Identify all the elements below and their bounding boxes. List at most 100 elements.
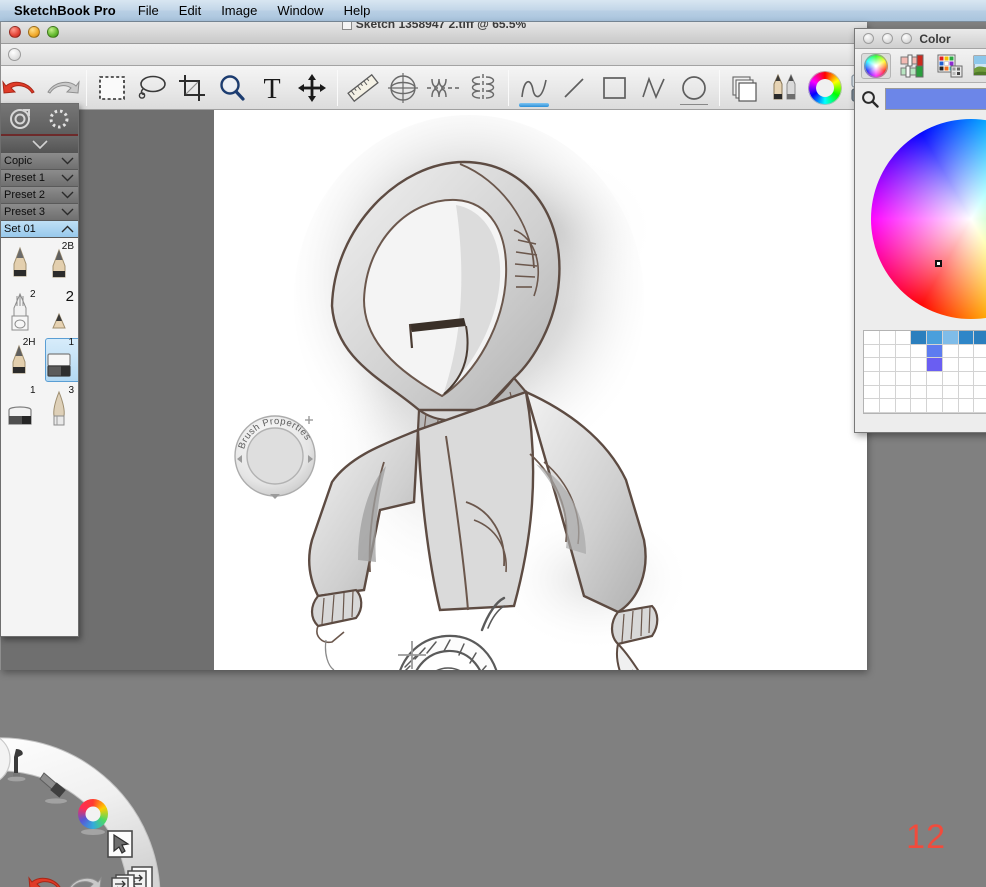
color-swatch-cell[interactable] <box>927 358 943 372</box>
color-swatch-cell[interactable] <box>911 399 928 413</box>
color-swatch-cell[interactable] <box>879 385 896 400</box>
color-swatch-cell[interactable] <box>895 399 912 413</box>
color-swatch-cell[interactable] <box>974 358 986 372</box>
brush-palette-button[interactable] <box>765 68 805 108</box>
color-swatch-cell[interactable] <box>974 399 986 413</box>
ruler-button[interactable] <box>343 68 383 108</box>
brush-item[interactable]: 2H <box>1 336 40 384</box>
color-swatch-cell[interactable] <box>958 358 975 372</box>
brush-selection-tab[interactable] <box>40 104 79 134</box>
color-swatch-cell[interactable] <box>895 331 912 345</box>
color-swatch-cell[interactable] <box>864 344 880 359</box>
color-swatch-cell[interactable] <box>911 372 928 386</box>
symmetry-x-button[interactable] <box>423 68 463 108</box>
brush-palette-disclosure[interactable] <box>1 136 78 153</box>
color-panel-titlebar[interactable]: Color <box>855 29 986 49</box>
color-swatch-cell[interactable] <box>911 344 928 359</box>
brush-set-preset-1[interactable]: Preset 1 <box>1 170 78 187</box>
color-swatch-cell[interactable] <box>864 385 880 400</box>
color-swatch-cell[interactable] <box>942 344 959 359</box>
color-swatch-cell[interactable] <box>864 358 880 372</box>
color-swatch-cell[interactable] <box>864 372 880 386</box>
magnifier-icon[interactable] <box>861 90 879 108</box>
rectangle-select-button[interactable] <box>92 68 132 108</box>
color-swatch-cell[interactable] <box>927 385 943 400</box>
brush-item[interactable] <box>1 240 40 288</box>
color-swatch-cell[interactable] <box>895 358 912 372</box>
brush-item[interactable]: 1 <box>1 384 40 432</box>
color-swatch-cell[interactable] <box>974 331 986 345</box>
canvas-sheet[interactable] <box>214 110 754 670</box>
layers-panel-button[interactable] <box>725 68 765 108</box>
proxy-knob[interactable] <box>8 48 21 61</box>
color-swatch-cell[interactable] <box>974 386 986 400</box>
color-swatch-cell[interactable] <box>911 331 928 345</box>
lagoon-radial-menu[interactable] <box>0 735 220 887</box>
app-name[interactable]: SketchBook Pro <box>14 3 116 18</box>
color-wheel-tab[interactable] <box>861 52 891 79</box>
color-swatch-cell[interactable] <box>958 331 975 345</box>
redo-button[interactable] <box>41 68 81 108</box>
color-swatch-cell[interactable] <box>879 331 896 345</box>
color-swatch-cell[interactable] <box>927 344 943 359</box>
polyline-tool-button[interactable] <box>634 68 674 108</box>
color-swatch-cell[interactable] <box>958 385 975 400</box>
document-titlebar[interactable]: Sketch 1358947 2.tiff @ 65.5% <box>1 22 867 44</box>
text-tool-button[interactable]: T <box>252 68 292 108</box>
brush-set-copic[interactable]: Copic <box>1 153 78 170</box>
color-swatch-grid[interactable] <box>863 330 986 414</box>
color-swatch-cell[interactable] <box>911 385 928 400</box>
color-swatch-cell[interactable] <box>864 399 880 413</box>
menu-item-file[interactable]: File <box>138 3 159 18</box>
menu-item-help[interactable]: Help <box>344 3 371 18</box>
ellipse-guide-button[interactable] <box>383 68 423 108</box>
line-tool-button[interactable] <box>554 68 594 108</box>
menu-item-window[interactable]: Window <box>277 3 323 18</box>
image-picker-tab[interactable] <box>972 53 986 79</box>
color-swatch-cell[interactable] <box>879 372 896 386</box>
color-swatch-cell[interactable] <box>958 344 975 359</box>
predictive-stroke-button[interactable] <box>514 68 554 108</box>
brush-item[interactable]: 3 <box>40 384 79 432</box>
color-swatch-cell[interactable] <box>942 372 959 386</box>
brush-set-set-01[interactable]: Set 01 <box>1 221 78 238</box>
zoom-tool-button[interactable] <box>212 68 252 108</box>
undo-button[interactable] <box>1 68 41 108</box>
color-swatch-cell[interactable] <box>911 358 928 372</box>
color-wheel[interactable] <box>871 119 986 319</box>
color-swatch-cell[interactable] <box>895 344 912 359</box>
crop-button[interactable] <box>172 68 212 108</box>
brush-set-preset-2[interactable]: Preset 2 <box>1 187 78 204</box>
color-panel-button[interactable] <box>805 68 845 108</box>
color-swatch-cell[interactable] <box>942 331 959 345</box>
color-swatch-cell[interactable] <box>864 331 880 345</box>
current-color-swatch[interactable] <box>885 88 986 110</box>
brush-item-selected[interactable]: 1 <box>40 336 78 384</box>
rgb-sliders-tab[interactable] <box>898 53 928 79</box>
brush-item[interactable]: 2 <box>40 288 79 336</box>
color-swatch-cell[interactable] <box>927 372 943 386</box>
swatches-tab[interactable] <box>935 53 965 79</box>
color-swatch-cell[interactable] <box>974 372 986 386</box>
ellipse-tool-button[interactable] <box>674 68 714 108</box>
color-swatch-cell[interactable] <box>879 399 896 413</box>
brush-item[interactable]: 2B <box>40 240 79 288</box>
brush-properties-puck[interactable]: Brush Properties <box>233 406 317 502</box>
menu-item-image[interactable]: Image <box>221 3 257 18</box>
color-swatch-cell[interactable] <box>958 399 975 413</box>
brush-item[interactable]: 2 <box>1 288 40 336</box>
color-swatch-cell[interactable] <box>958 372 975 386</box>
color-swatch-cell[interactable] <box>879 358 896 372</box>
color-swatch-cell[interactable] <box>895 372 912 386</box>
menu-item-edit[interactable]: Edit <box>179 3 201 18</box>
color-swatch-cell[interactable] <box>974 345 986 359</box>
color-swatch-cell[interactable] <box>879 344 896 359</box>
transform-tool-button[interactable] <box>292 68 332 108</box>
color-swatch-cell[interactable] <box>942 358 959 372</box>
brush-set-preset-3[interactable]: Preset 3 <box>1 204 78 221</box>
canvas-area[interactable] <box>1 110 867 670</box>
color-swatch-cell[interactable] <box>927 399 943 413</box>
symmetry-y-button[interactable] <box>463 68 503 108</box>
rectangle-tool-button[interactable] <box>594 68 634 108</box>
color-wheel-marker[interactable] <box>935 260 942 267</box>
